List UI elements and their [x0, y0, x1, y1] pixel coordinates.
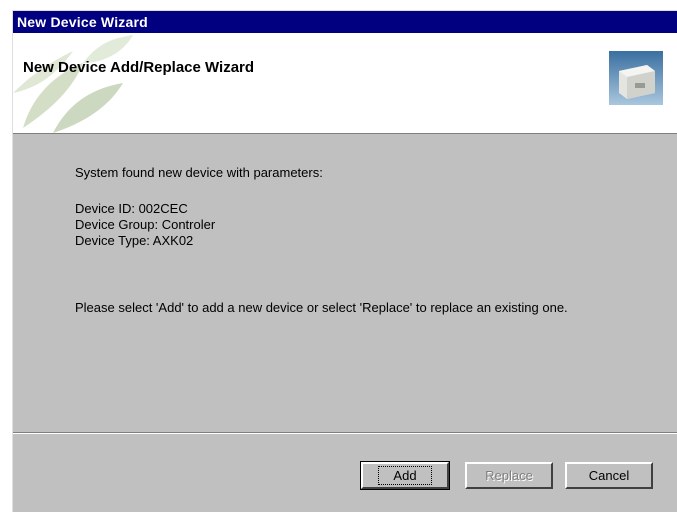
window-title: New Device Wizard — [17, 14, 148, 30]
device-group: Device Group: Controler — [75, 217, 216, 232]
add-button-label: Add — [378, 466, 432, 485]
title-bar[interactable]: New Device Wizard — [13, 11, 677, 33]
leaf-decoration-icon — [13, 35, 133, 133]
device-parameters: Device ID: 002CEC Device Group: Controle… — [75, 201, 215, 249]
found-text: System found new device with parameters: — [75, 165, 323, 180]
device-type: Device Type: AXK02 — [75, 233, 194, 248]
replace-button-label: Replace — [485, 468, 533, 483]
wizard-window: New Device Wizard New Device Add/Replace… — [12, 10, 677, 512]
divider-highlight — [13, 433, 677, 434]
cancel-button[interactable]: Cancel — [565, 462, 653, 489]
instruction-text: Please select 'Add' to add a new device … — [75, 300, 568, 315]
wizard-heading: New Device Add/Replace Wizard — [23, 59, 255, 76]
device-id: Device ID: 002CEC — [75, 201, 188, 216]
wizard-header: New Device Add/Replace Wizard — [13, 33, 677, 134]
add-button[interactable]: Add — [360, 461, 450, 490]
replace-button[interactable]: Replace — [465, 462, 553, 489]
cancel-button-label: Cancel — [588, 468, 630, 483]
device-box-icon — [609, 51, 663, 105]
wizard-body: System found new device with parameters:… — [13, 135, 677, 435]
